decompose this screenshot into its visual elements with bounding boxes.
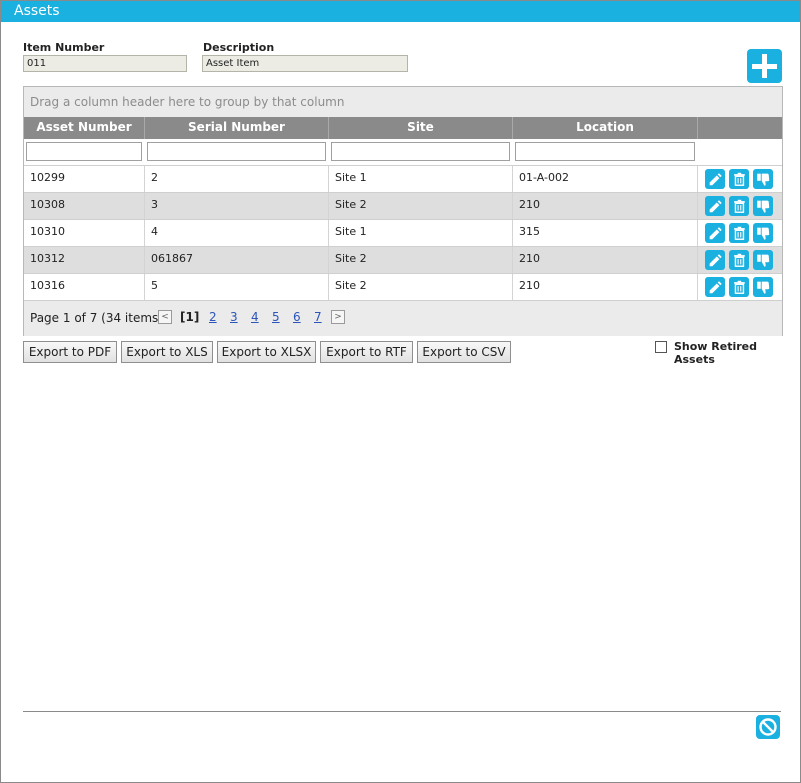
- page-link-7[interactable]: 7: [314, 310, 322, 324]
- edit-button[interactable]: [705, 250, 725, 270]
- table-row[interactable]: 10310 4 Site 1 315: [24, 219, 782, 246]
- current-page: [1]: [180, 310, 200, 324]
- show-retired-label: Show Retired Assets: [674, 340, 758, 366]
- filter-site-input[interactable]: [331, 142, 510, 161]
- trash-icon: [734, 172, 745, 186]
- export-xlsx-button[interactable]: Export to XLSX: [217, 341, 316, 363]
- cell-serial-number: 2: [145, 166, 329, 192]
- assets-grid: Drag a column header here to group by th…: [23, 86, 783, 336]
- description-label: Description: [203, 41, 275, 54]
- table-row[interactable]: 10299 2 Site 1 01-A-002: [24, 165, 782, 192]
- item-number-field[interactable]: 011: [23, 55, 187, 72]
- delete-button[interactable]: [729, 196, 749, 216]
- table-row[interactable]: 10316 5 Site 2 210: [24, 273, 782, 300]
- trash-icon: [734, 280, 745, 294]
- delete-button[interactable]: [729, 250, 749, 270]
- item-number-label: Item Number: [23, 41, 105, 54]
- delete-button[interactable]: [729, 277, 749, 297]
- retire-button[interactable]: [753, 196, 773, 216]
- cell-asset-number: 10299: [24, 166, 145, 192]
- description-field[interactable]: Asset Item: [202, 55, 408, 72]
- pager-summary: Page 1 of 7 (34 items): [30, 311, 163, 325]
- column-header-location[interactable]: Location: [513, 117, 698, 139]
- retire-button[interactable]: [753, 277, 773, 297]
- cell-location: 01-A-002: [513, 166, 698, 192]
- retire-button[interactable]: [753, 169, 773, 189]
- export-rtf-button[interactable]: Export to RTF: [320, 341, 413, 363]
- group-by-hint: Drag a column header here to group by th…: [30, 95, 345, 109]
- table-row[interactable]: 10312 061867 Site 2 210: [24, 246, 782, 273]
- prev-page-button[interactable]: <: [158, 310, 172, 324]
- export-pdf-button[interactable]: Export to PDF: [23, 341, 117, 363]
- cell-site: Site 2: [329, 274, 513, 300]
- thumbs-down-icon: [757, 200, 770, 213]
- footer-divider: [23, 711, 781, 712]
- thumbs-down-icon: [757, 227, 770, 240]
- page-link-3[interactable]: 3: [230, 310, 238, 324]
- thumbs-down-icon: [757, 173, 770, 186]
- column-header-site[interactable]: Site: [329, 117, 513, 139]
- column-header-serial-number[interactable]: Serial Number: [145, 117, 329, 139]
- column-header-asset-number[interactable]: Asset Number: [24, 117, 145, 139]
- cell-asset-number: 10316: [24, 274, 145, 300]
- cell-serial-number: 3: [145, 193, 329, 219]
- pencil-icon: [709, 173, 722, 186]
- pencil-icon: [709, 200, 722, 213]
- cancel-icon: [759, 718, 777, 736]
- pager: Page 1 of 7 (34 items) < [1] 2 3 4 5 6 7…: [24, 300, 782, 336]
- group-by-panel[interactable]: Drag a column header here to group by th…: [24, 87, 782, 117]
- cell-serial-number: 4: [145, 220, 329, 246]
- retire-button[interactable]: [753, 223, 773, 243]
- title-bar: Assets: [1, 1, 800, 22]
- retire-button[interactable]: [753, 250, 773, 270]
- cell-site: Site 2: [329, 193, 513, 219]
- show-retired-checkbox[interactable]: [655, 341, 667, 353]
- delete-button[interactable]: [729, 169, 749, 189]
- trash-icon: [734, 226, 745, 240]
- filter-location-input[interactable]: [515, 142, 695, 161]
- cell-location: 210: [513, 274, 698, 300]
- cell-location: 210: [513, 193, 698, 219]
- page-link-2[interactable]: 2: [209, 310, 217, 324]
- delete-button[interactable]: [729, 223, 749, 243]
- pencil-icon: [709, 254, 722, 267]
- pencil-icon: [709, 227, 722, 240]
- cell-serial-number: 061867: [145, 247, 329, 273]
- window-title: Assets: [14, 3, 60, 19]
- page-link-6[interactable]: 6: [293, 310, 301, 324]
- edit-button[interactable]: [705, 169, 725, 189]
- cell-site: Site 1: [329, 166, 513, 192]
- cell-site: Site 1: [329, 220, 513, 246]
- cell-asset-number: 10310: [24, 220, 145, 246]
- add-asset-button[interactable]: [747, 49, 782, 83]
- assets-window: Assets Item Number 011 Description Asset…: [0, 0, 801, 783]
- page-link-5[interactable]: 5: [272, 310, 280, 324]
- edit-button[interactable]: [705, 223, 725, 243]
- cell-serial-number: 5: [145, 274, 329, 300]
- pencil-icon: [709, 281, 722, 294]
- next-page-button[interactable]: >: [331, 310, 345, 324]
- trash-icon: [734, 199, 745, 213]
- thumbs-down-icon: [757, 281, 770, 294]
- cancel-button[interactable]: [756, 715, 780, 739]
- filter-asset-number-input[interactable]: [26, 142, 142, 161]
- column-header-actions: [698, 117, 782, 139]
- export-csv-button[interactable]: Export to CSV: [417, 341, 511, 363]
- cell-asset-number: 10308: [24, 193, 145, 219]
- cell-site: Site 2: [329, 247, 513, 273]
- trash-icon: [734, 253, 745, 267]
- thumbs-down-icon: [757, 254, 770, 267]
- cell-location: 210: [513, 247, 698, 273]
- filter-serial-number-input[interactable]: [147, 142, 326, 161]
- filter-row: [24, 139, 782, 165]
- cell-location: 315: [513, 220, 698, 246]
- edit-button[interactable]: [705, 277, 725, 297]
- cell-asset-number: 10312: [24, 247, 145, 273]
- edit-button[interactable]: [705, 196, 725, 216]
- page-link-4[interactable]: 4: [251, 310, 259, 324]
- table-row[interactable]: 10308 3 Site 2 210: [24, 192, 782, 219]
- export-xls-button[interactable]: Export to XLS: [121, 341, 213, 363]
